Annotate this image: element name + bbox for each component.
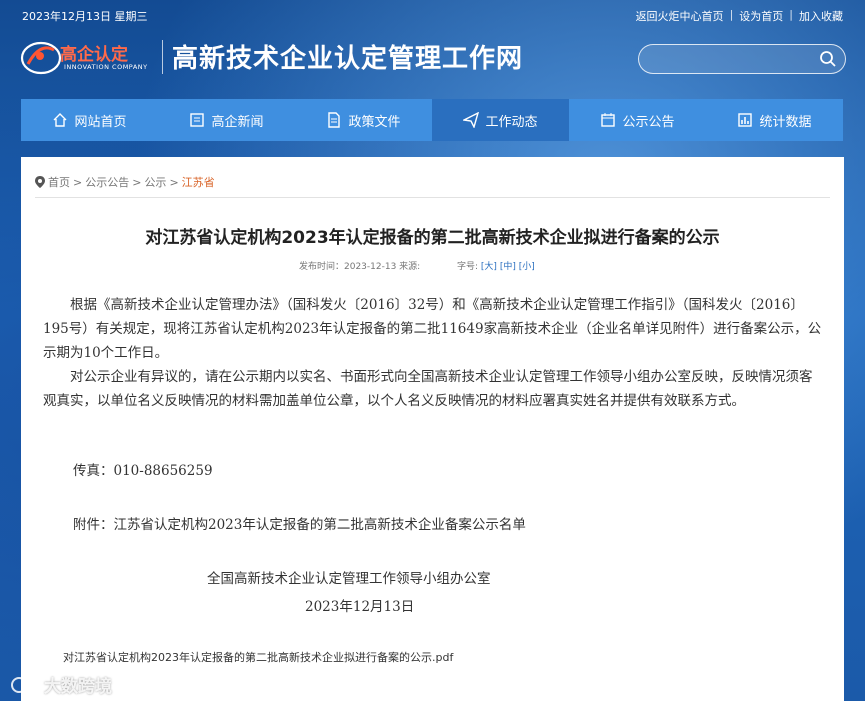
fax-line: 传真：010-88656259 <box>73 463 213 479</box>
nav-item-label: 公示公告 <box>622 114 675 130</box>
breadcrumb-publicity[interactable]: 公示 <box>144 174 166 190</box>
search-icon[interactable] <box>819 50 837 68</box>
search-input[interactable] <box>649 49 813 71</box>
set-homepage-link[interactable]: 设为首页 <box>739 8 783 24</box>
paragraph: 根据《高新技术企业认定管理办法》（国科发火〔2016〕32号）和《高新技术企业认… <box>43 297 822 361</box>
nav-item-policy[interactable]: 政策文件 <box>295 99 432 141</box>
paragraph: 对公示企业有异议的，请在公示期内以实名、书面形式向全国高新技术企业认定管理工作领… <box>43 369 813 409</box>
pdf-attachment-link[interactable]: 对江苏省认定机构2023年认定报备的第二批高新技术企业拟进行备案的公示.pdf <box>63 649 453 665</box>
divider <box>35 197 830 198</box>
chart-icon <box>738 113 753 127</box>
breadcrumb-separator: > <box>169 175 179 189</box>
location-pin-icon <box>35 176 45 188</box>
main-nav: 网站首页 高企新闻 政策文件 工作动态 公示公告 统计数据 <box>21 99 843 141</box>
nav-item-label: 工作动态 <box>485 114 538 130</box>
site-title: 高新技术企业认定管理工作网 <box>172 44 524 74</box>
separator: | <box>789 8 793 21</box>
separator: | <box>729 8 734 21</box>
logo-subtitle: INNOVATION COMPANY <box>64 63 148 71</box>
breadcrumb-home[interactable]: 首页 <box>48 174 70 190</box>
breadcrumb-separator: > <box>132 175 142 189</box>
attachment-note: 附件：江苏省认定机构2023年认定报备的第二批高新技术企业备案公示名单 <box>73 517 526 533</box>
nav-item-statistics[interactable]: 统计数据 <box>706 99 843 141</box>
article-panel: 首页 > 公示公告 > 公示 > 江苏省 对江苏省认定机构2023年认定报备的第… <box>21 157 844 701</box>
publish-info: 发布时间：2023-12-13 来源: <box>299 262 421 272</box>
signature-org: 全国高新技术企业认定管理工作领导小组办公室 <box>207 571 491 587</box>
nav-item-label: 高企新闻 <box>211 114 264 130</box>
top-bar: 2023年12月13日 星期三 返回火炬中心首页 | 设为首页 | 加入收藏 <box>0 0 865 28</box>
current-date: 2023年12月13日 星期三 <box>22 10 148 23</box>
logo-text: 高企认定 <box>60 45 128 65</box>
site-logo[interactable]: 高企认定 INNOVATION COMPANY <box>20 36 160 76</box>
nav-item-work-updates[interactable]: 工作动态 <box>432 99 569 141</box>
logo-swirl-icon <box>20 41 62 75</box>
send-icon <box>463 112 480 128</box>
add-favorite-link[interactable]: 加入收藏 <box>799 8 843 24</box>
font-size-large[interactable]: [大] <box>481 262 497 272</box>
font-size-small[interactable]: [小] <box>519 262 535 272</box>
nav-item-label: 网站首页 <box>74 114 127 130</box>
document-icon <box>328 112 341 128</box>
watermark: 大数跨境 <box>10 672 112 697</box>
logo-divider <box>162 40 163 74</box>
breadcrumb-separator: > <box>73 175 83 189</box>
signature-date: 2023年12月13日 <box>305 599 415 615</box>
breadcrumb-notices[interactable]: 公示公告 <box>85 174 129 190</box>
breadcrumb-current[interactable]: 江苏省 <box>182 174 215 190</box>
nav-item-label: 统计数据 <box>759 114 812 130</box>
font-size-label: 字号: <box>457 262 479 272</box>
top-links: 返回火炬中心首页 | 设为首页 | 加入收藏 <box>636 8 843 24</box>
nav-item-news[interactable]: 高企新闻 <box>158 99 295 141</box>
watermark-text: 大数跨境 <box>44 677 112 697</box>
home-icon <box>53 113 67 127</box>
article-title: 对江苏省认定机构2023年认定报备的第二批高新技术企业拟进行备案的公示 <box>145 228 720 248</box>
news-icon <box>190 113 205 127</box>
back-to-torch-center-link[interactable]: 返回火炬中心首页 <box>636 8 724 24</box>
search-box <box>638 44 846 74</box>
nav-item-notices[interactable]: 公示公告 <box>569 99 706 141</box>
watermark-logo-icon <box>11 676 39 693</box>
breadcrumb: 首页 > 公示公告 > 公示 > 江苏省 <box>35 174 215 190</box>
nav-item-label: 政策文件 <box>348 114 401 130</box>
article-body: 根据《高新技术企业认定管理办法》（国科发火〔2016〕32号）和《高新技术企业认… <box>43 293 823 413</box>
font-size-medium[interactable]: [中] <box>500 262 516 272</box>
nav-item-home[interactable]: 网站首页 <box>21 99 158 141</box>
font-size-controls: 字号: [大] [中] [小] <box>457 259 535 272</box>
notice-icon <box>601 113 616 127</box>
